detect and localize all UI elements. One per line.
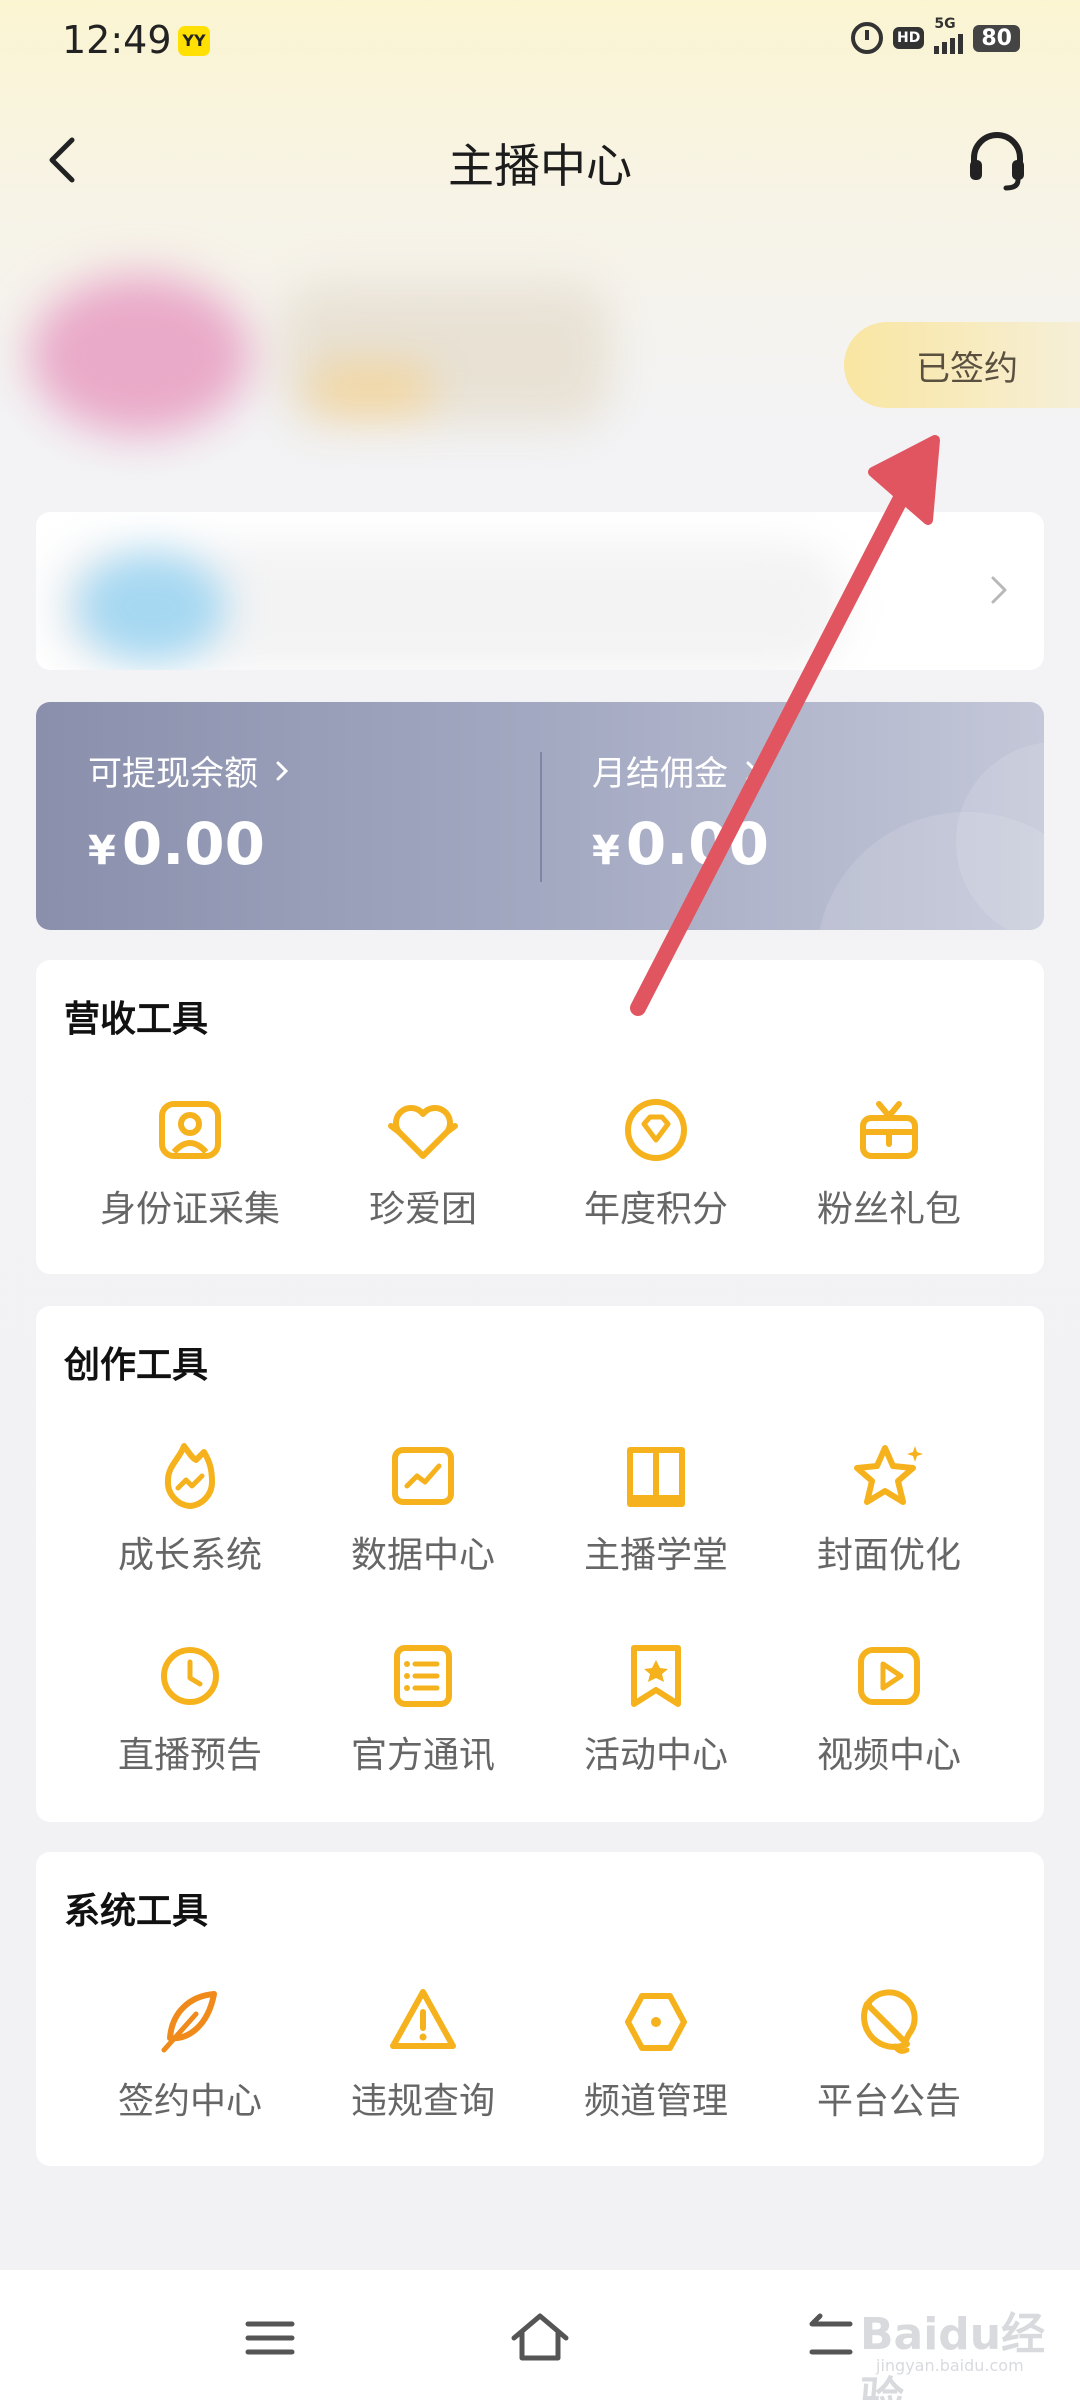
tool-host-academy[interactable]: 主播学堂 (540, 1436, 772, 1578)
hexagon-icon (625, 1993, 687, 2051)
flame-chart-icon (164, 1443, 216, 1509)
chevron-right-icon (746, 761, 759, 780)
section-title: 创作工具 (64, 1345, 209, 1386)
withdrawable-value: 0.00 (121, 810, 265, 878)
home-icon[interactable] (500, 2298, 580, 2378)
tool-fan-club[interactable]: 珍爱团 (307, 1090, 539, 1232)
section-title: 系统工具 (64, 1891, 209, 1932)
balance-card: 可提现余额 ¥0.00 月结佣金 ¥0.00 (36, 702, 1044, 930)
status-icons: HD 5G 80 (851, 16, 1020, 54)
tool-channel-manage[interactable]: 频道管理 (540, 1982, 772, 2124)
status-bar: 12:49 YY HD 5G 80 (0, 0, 1080, 90)
list-icon (394, 1645, 452, 1707)
currency-symbol: ¥ (592, 828, 620, 874)
currency-symbol: ¥ (88, 828, 116, 874)
bell-icon (861, 1989, 918, 2054)
monthly-label: 月结佣金 (592, 754, 728, 794)
tool-violation-query[interactable]: 违规查询 (307, 1982, 539, 2124)
tool-platform-notice[interactable]: 平台公告 (773, 1982, 1005, 2124)
tool-label: 签约中心 (117, 2081, 262, 2122)
profile-tag-blurred (310, 365, 430, 415)
monthly-value: 0.00 (625, 810, 769, 878)
tool-contract-center[interactable]: 签约中心 (74, 1982, 306, 2124)
gift-icon (860, 1101, 918, 1159)
watermark-logo: Baidu经验 (860, 2309, 1046, 2400)
tool-label: 频道管理 (583, 2081, 728, 2122)
alarm-icon (851, 22, 884, 54)
profile-blurred (10, 235, 650, 475)
line-chart-icon (392, 1447, 454, 1505)
page-title: 主播中心 (448, 139, 632, 193)
tool-label: 官方通讯 (350, 1735, 495, 1776)
nav-bar: 主播中心 (0, 110, 1080, 210)
book-icon (627, 1447, 685, 1507)
section-title: 营收工具 (64, 999, 209, 1040)
network-type-label: 5G (934, 16, 956, 32)
tool-label: 平台公告 (816, 2081, 961, 2122)
tool-label: 违规查询 (350, 2081, 495, 2122)
warning-icon (390, 1989, 456, 2049)
tool-label: 数据中心 (350, 1535, 495, 1576)
menu-icon[interactable] (230, 2298, 310, 2378)
tool-annual-points[interactable]: 年度积分 (540, 1090, 772, 1232)
video-play-icon (858, 1647, 920, 1705)
bookmark-star-icon (631, 1645, 681, 1707)
tool-id-card-collect[interactable]: 身份证采集 (74, 1090, 306, 1232)
info-banner-card[interactable] (36, 512, 1044, 670)
tool-fan-gift-pack[interactable]: 粉丝礼包 (773, 1090, 1005, 1232)
revenue-tools-card: 营收工具 身份证采集 珍爱团 年度积分 粉丝礼包 (36, 960, 1044, 1274)
watermark-url: jingyan.baidu.com (876, 2356, 1024, 2375)
tool-video-center[interactable]: 视频中心 (773, 1636, 1005, 1778)
signal-icon: 5G (934, 16, 964, 54)
tool-official-news[interactable]: 官方通讯 (307, 1636, 539, 1778)
tool-label: 年度积分 (583, 1189, 728, 1230)
heart-crown-icon (388, 1105, 458, 1159)
tool-label: 粉丝礼包 (816, 1189, 961, 1230)
yy-app-icon: YY (178, 26, 210, 56)
diamond-icon (625, 1099, 687, 1161)
id-card-icon (159, 1101, 221, 1159)
star-sparkle-icon (854, 1445, 923, 1505)
tool-activity-center[interactable]: 活动中心 (540, 1636, 772, 1778)
tool-label: 视频中心 (816, 1735, 961, 1776)
status-time: 12:49 (62, 18, 172, 62)
system-tools-card: 系统工具 签约中心 违规查询 频道管理 平台公告 (36, 1852, 1044, 2166)
tool-label: 直播预告 (117, 1735, 262, 1776)
clock-icon (161, 1647, 219, 1705)
watermark: Baidu经验 jingyan.baidu.com (840, 2278, 1060, 2400)
tool-label: 珍爱团 (368, 1189, 477, 1230)
creation-tools-card: 创作工具 成长系统 数据中心 主播学堂 封面优化 直播预告 官方通讯 活动中心 … (36, 1306, 1044, 1822)
tool-cover-optimize[interactable]: 封面优化 (773, 1436, 1005, 1578)
banner-blurred-content (46, 532, 866, 670)
tool-label: 封面优化 (816, 1535, 961, 1576)
chevron-right-icon (991, 576, 1007, 604)
hd-icon: HD (893, 27, 925, 49)
avatar (30, 275, 250, 435)
tool-data-center[interactable]: 数据中心 (307, 1436, 539, 1578)
battery-icon: 80 (973, 24, 1020, 52)
feather-icon (161, 1991, 217, 2053)
withdrawable-label: 可提现余额 (88, 754, 258, 794)
chevron-right-icon (276, 761, 289, 780)
tool-growth-system[interactable]: 成长系统 (74, 1436, 306, 1578)
tool-label: 主播学堂 (583, 1535, 728, 1576)
tool-label: 身份证采集 (99, 1189, 280, 1230)
headset-icon[interactable] (962, 124, 1032, 194)
signed-status-badge[interactable]: 已签约 (844, 322, 1080, 408)
tool-live-preview[interactable]: 直播预告 (74, 1636, 306, 1778)
divider (540, 752, 542, 882)
tool-label: 活动中心 (583, 1735, 728, 1776)
tool-label: 成长系统 (117, 1535, 262, 1576)
